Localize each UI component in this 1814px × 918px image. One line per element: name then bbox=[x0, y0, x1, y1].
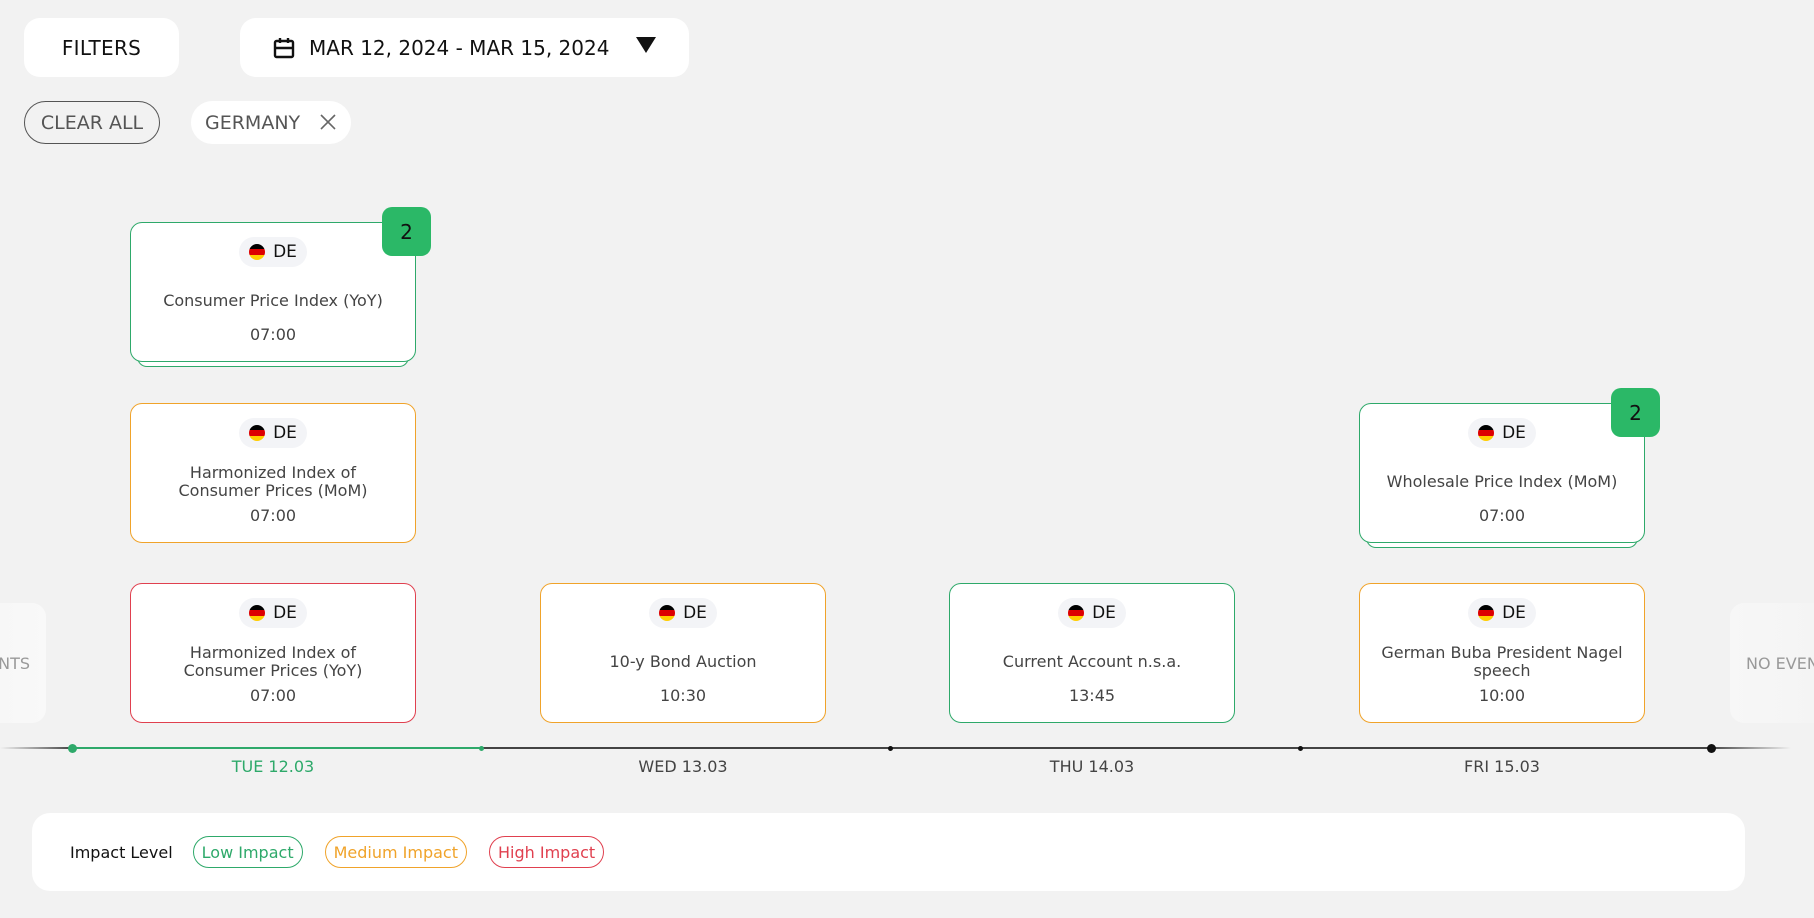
timeline-dot bbox=[1297, 745, 1303, 751]
event-time: 10:00 bbox=[1478, 686, 1526, 705]
event-time: 07:00 bbox=[1478, 506, 1526, 525]
germany-flag-icon bbox=[249, 244, 266, 260]
stacked-card-edge bbox=[137, 357, 409, 367]
legend-label: Impact Level bbox=[70, 842, 173, 862]
country-code: DE bbox=[273, 423, 297, 443]
country-pill: DE bbox=[239, 418, 307, 448]
event-card[interactable]: DE Current Account n.s.a. 13:45 bbox=[949, 583, 1235, 723]
timeline-segment bbox=[0, 747, 72, 749]
country-pill: DE bbox=[1058, 598, 1126, 628]
timeline-axis bbox=[0, 743, 1814, 753]
event-card[interactable]: DE Harmonized Index of Consumer Prices (Y… bbox=[130, 583, 416, 723]
event-title: 10-y Bond Auction bbox=[609, 652, 757, 671]
timeline-segment bbox=[481, 747, 1711, 749]
filter-chip-germany[interactable]: GERMANY bbox=[191, 101, 351, 144]
day-label[interactable]: TUE 12.03 bbox=[173, 757, 373, 776]
legend-high-impact[interactable]: High Impact bbox=[489, 836, 605, 868]
timeline-dot bbox=[67, 743, 77, 753]
stacked-card-edge bbox=[1366, 538, 1638, 548]
country-pill: DE bbox=[649, 598, 717, 628]
impact-legend: Impact Level Low Impact Medium Impact Hi… bbox=[32, 813, 1745, 891]
timeline-dot bbox=[478, 745, 484, 751]
country-code: DE bbox=[1502, 423, 1526, 443]
event-time: 07:00 bbox=[249, 325, 297, 344]
event-card[interactable]: DE 10-y Bond Auction 10:30 bbox=[540, 583, 826, 723]
event-title: German Buba President Nagel speech bbox=[1381, 643, 1623, 680]
day-label[interactable]: FRI 15.03 bbox=[1402, 757, 1602, 776]
event-title: Wholesale Price Index (MoM) bbox=[1386, 472, 1618, 491]
germany-flag-icon bbox=[249, 605, 266, 621]
filter-chip-label: GERMANY bbox=[205, 111, 301, 134]
germany-flag-icon bbox=[249, 425, 266, 441]
clear-all-label: CLEAR ALL bbox=[40, 111, 144, 134]
no-events-text: NO EVENTS bbox=[0, 653, 30, 673]
germany-flag-icon bbox=[1478, 425, 1495, 441]
timeline-dot bbox=[1706, 743, 1716, 753]
germany-flag-icon bbox=[1478, 605, 1495, 621]
event-time: 10:30 bbox=[659, 686, 707, 705]
country-code: DE bbox=[1502, 603, 1526, 623]
country-code: DE bbox=[273, 242, 297, 262]
country-pill: DE bbox=[239, 598, 307, 628]
country-code: DE bbox=[1092, 603, 1116, 623]
no-events-text: NO EVENTS bbox=[1746, 653, 1814, 673]
date-range-dropdown[interactable]: MAR 12, 2024 - MAR 15, 2024 bbox=[240, 18, 689, 77]
previous-day-placeholder[interactable]: NO EVENTS bbox=[0, 603, 46, 723]
calendar-icon bbox=[273, 37, 295, 58]
timeline-segment bbox=[1711, 747, 1791, 749]
close-icon[interactable] bbox=[319, 113, 337, 131]
event-title: Current Account n.s.a. bbox=[1002, 652, 1182, 671]
event-time: 07:00 bbox=[249, 686, 297, 705]
event-card[interactable]: DE Consumer Price Index (YoY) 07:00 2 bbox=[130, 207, 431, 367]
day-label[interactable]: THU 14.03 bbox=[992, 757, 1192, 776]
germany-flag-icon bbox=[1068, 605, 1085, 621]
clear-all-button[interactable]: CLEAR ALL bbox=[24, 101, 160, 144]
event-time: 07:00 bbox=[249, 506, 297, 525]
germany-flag-icon bbox=[659, 605, 676, 621]
filters-button[interactable]: FILTERS bbox=[24, 18, 179, 77]
event-count-badge[interactable]: 2 bbox=[382, 207, 431, 256]
date-range-value: MAR 12, 2024 - MAR 15, 2024 bbox=[309, 35, 610, 60]
event-title: Harmonized Index of Consumer Prices (YoY… bbox=[183, 643, 363, 680]
caret-down-icon[interactable] bbox=[636, 37, 656, 53]
event-count-badge[interactable]: 2 bbox=[1611, 388, 1660, 437]
legend-low-impact[interactable]: Low Impact bbox=[192, 836, 303, 868]
legend-medium-impact[interactable]: Medium Impact bbox=[324, 836, 467, 868]
event-card[interactable]: DE Harmonized Index of Consumer Prices (M… bbox=[130, 403, 416, 543]
timeline-dot bbox=[887, 745, 893, 751]
day-label[interactable]: WED 13.03 bbox=[583, 757, 783, 776]
event-title: Consumer Price Index (YoY) bbox=[163, 291, 383, 310]
country-pill: DE bbox=[1468, 598, 1536, 628]
event-card[interactable]: DE German Buba President Nagel speech 10:0… bbox=[1359, 583, 1645, 723]
event-time: 13:45 bbox=[1068, 686, 1116, 705]
country-code: DE bbox=[683, 603, 707, 623]
next-day-placeholder[interactable]: NO EVENTS bbox=[1730, 603, 1814, 723]
timeline-segment bbox=[72, 747, 481, 749]
country-pill: DE bbox=[239, 237, 307, 267]
filters-button-label: FILTERS bbox=[61, 35, 142, 60]
event-title: Harmonized Index of Consumer Prices (MoM… bbox=[178, 463, 368, 500]
country-code: DE bbox=[273, 603, 297, 623]
event-card[interactable]: DE Wholesale Price Index (MoM) 07:00 2 bbox=[1359, 388, 1660, 548]
country-pill: DE bbox=[1468, 418, 1536, 448]
